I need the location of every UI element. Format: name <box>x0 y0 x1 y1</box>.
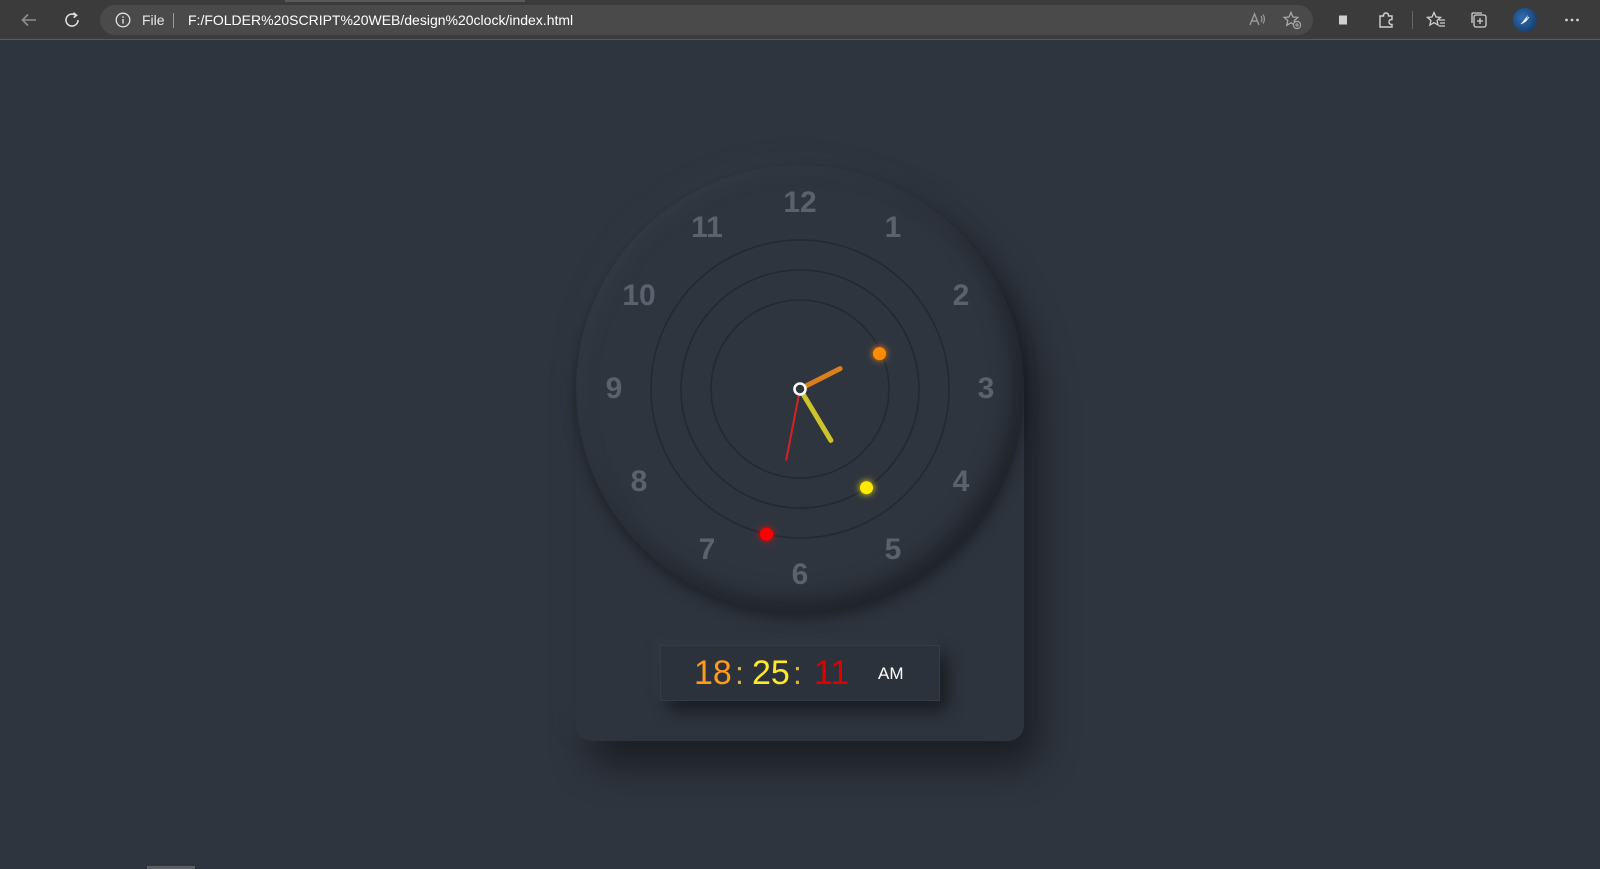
address-divider <box>173 13 174 28</box>
hour-indicator-dot <box>873 347 886 361</box>
more-icon <box>1565 18 1579 22</box>
digital-time-display: 18 : 25 : 11 AM <box>660 645 940 701</box>
favorites-icon <box>1426 10 1445 27</box>
collections-button[interactable] <box>1466 7 1492 33</box>
address-scheme: File <box>142 12 165 28</box>
extension-stop-button[interactable] <box>1330 7 1356 33</box>
second-indicator-dot <box>760 527 773 541</box>
center-pivot <box>793 382 807 396</box>
add-favorite-button[interactable] <box>1282 10 1302 30</box>
back-arrow-icon <box>21 13 36 27</box>
digital-separator: : <box>793 655 802 691</box>
refresh-button[interactable] <box>57 5 87 35</box>
site-info-button[interactable] <box>114 11 132 29</box>
digital-seconds: 11 <box>814 654 850 692</box>
more-button[interactable] <box>1559 7 1585 33</box>
info-icon <box>115 12 131 28</box>
toolbar-divider <box>1412 11 1413 29</box>
back-button[interactable] <box>14 5 44 35</box>
add-favorite-icon <box>1282 10 1302 30</box>
read-aloud-button[interactable] <box>1247 10 1267 30</box>
active-tab-indicator <box>285 0 525 2</box>
extensions-button[interactable] <box>1373 7 1399 33</box>
refresh-icon <box>65 12 79 27</box>
address-url[interactable]: F:/FOLDER%20SCRIPT%20WEB/design%20clock/… <box>188 12 573 28</box>
read-aloud-icon <box>1249 12 1266 26</box>
digital-hours: 18 <box>694 654 732 692</box>
minute-hand <box>797 386 834 443</box>
collections-icon <box>1471 12 1487 28</box>
address-bar[interactable]: File F:/FOLDER%20SCRIPT%20WEB/design%20c… <box>100 5 1313 35</box>
stop-square-icon <box>1339 15 1347 25</box>
puzzle-icon <box>1379 12 1393 28</box>
digital-ampm: AM <box>878 664 904 683</box>
profile-button[interactable] <box>1513 8 1537 32</box>
second-hand <box>785 388 801 461</box>
browser-toolbar: File F:/FOLDER%20SCRIPT%20WEB/design%20c… <box>0 0 1600 40</box>
digital-separator: : <box>735 655 744 691</box>
favorites-button[interactable] <box>1423 7 1449 33</box>
profile-icon <box>1520 15 1530 25</box>
clock-dial <box>650 239 950 541</box>
minute-indicator-dot <box>860 481 873 495</box>
digital-minutes: 25 <box>752 654 790 692</box>
